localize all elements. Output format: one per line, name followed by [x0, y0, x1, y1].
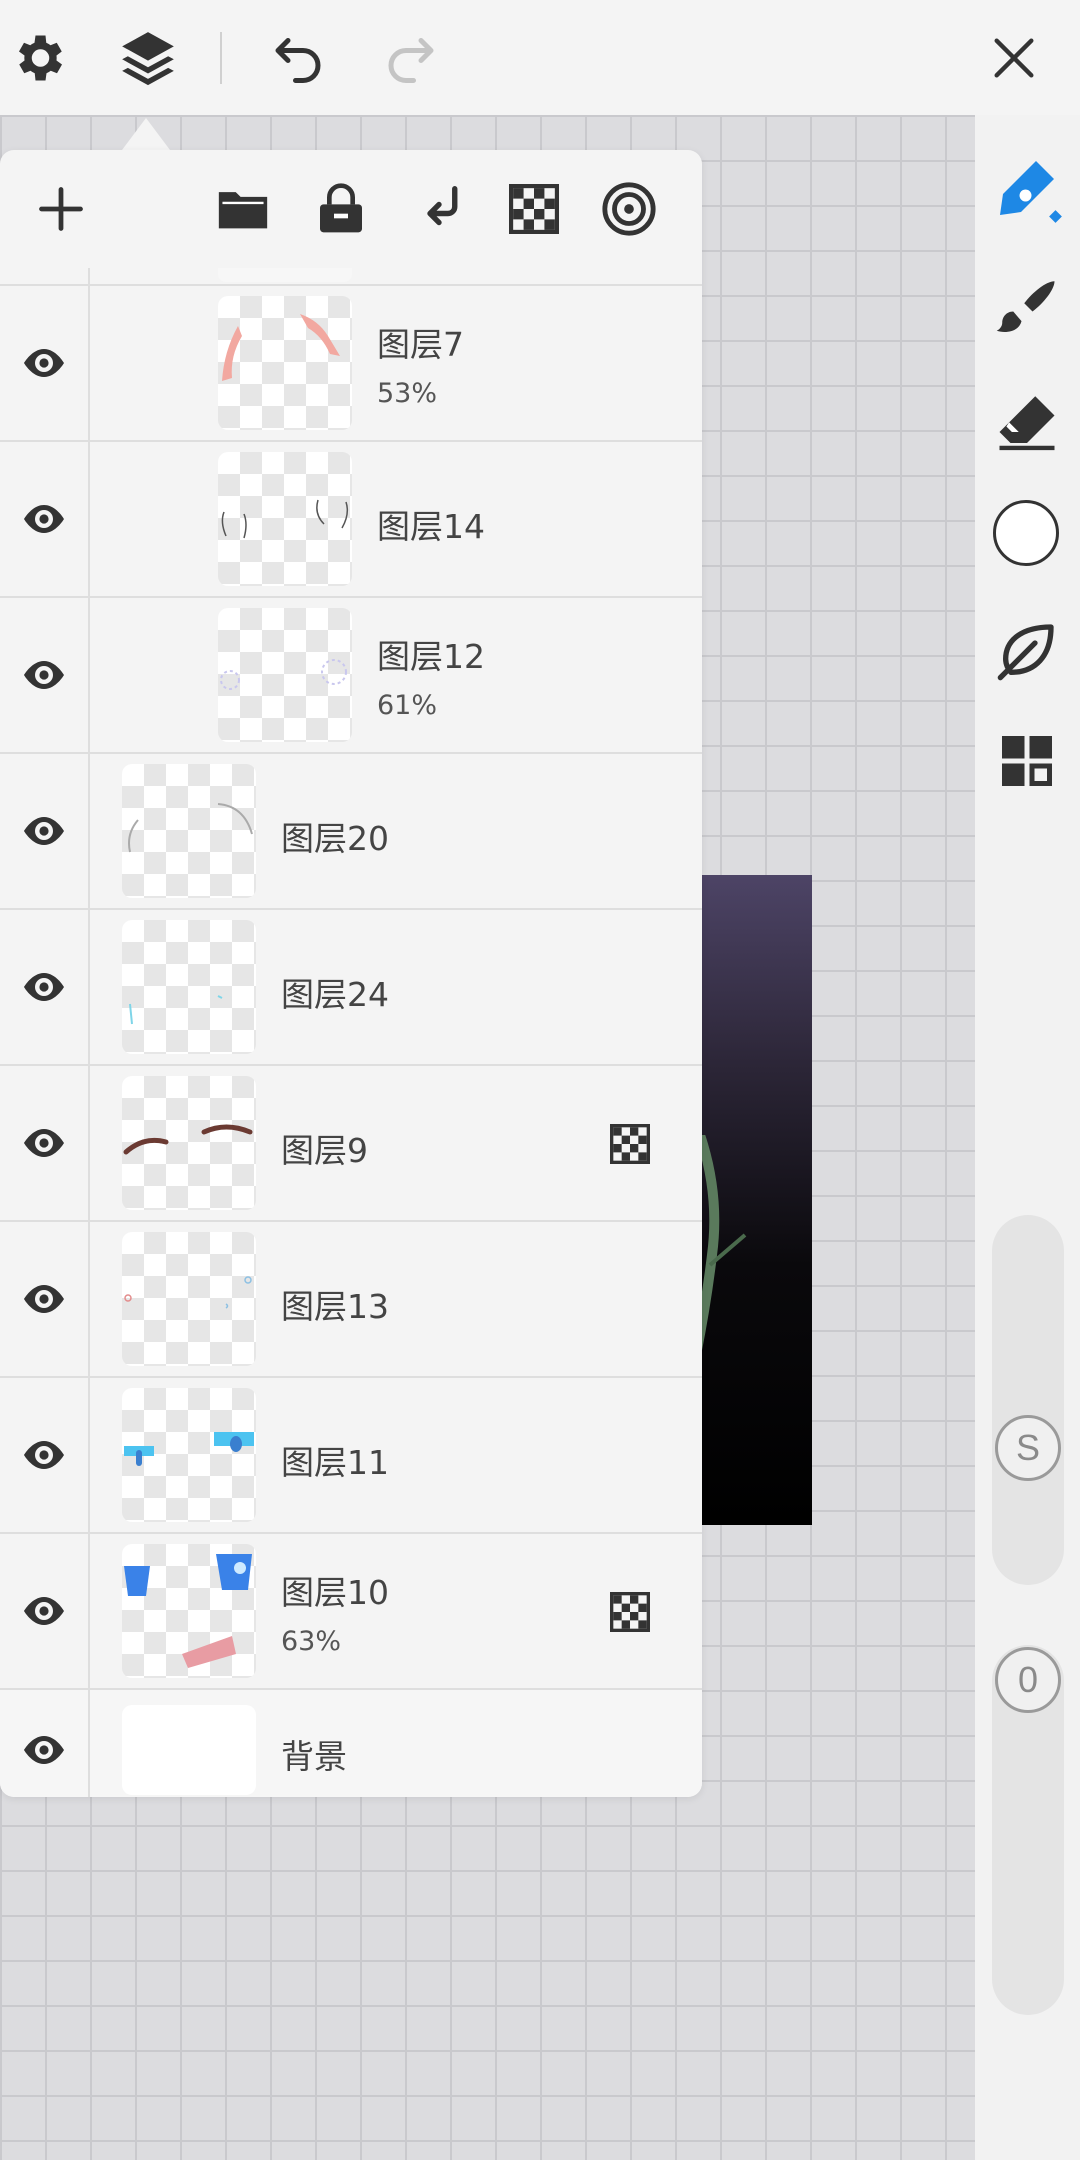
layer-row[interactable]: 图层7 53%	[0, 286, 702, 442]
toolbar-divider	[220, 32, 222, 84]
layer-name: 图层9	[281, 1131, 368, 1170]
layer-row[interactable]: 图层9	[0, 1066, 702, 1222]
layer-thumbnail	[122, 1705, 256, 1795]
eye-icon[interactable]	[14, 1121, 74, 1165]
layer-row[interactable]: 图层10 63%	[0, 1534, 702, 1690]
layer-row[interactable]: 图层20	[0, 754, 702, 910]
layer-thumbnail	[122, 920, 256, 1054]
layer-thumbnail	[218, 608, 352, 742]
pen-icon[interactable]	[991, 155, 1063, 227]
layer-name: 图层12	[377, 637, 485, 676]
eye-icon[interactable]	[14, 1728, 74, 1772]
clipping-mask-icon	[610, 1592, 650, 1632]
layer-thumbnail	[218, 452, 352, 586]
undo-icon[interactable]	[262, 22, 334, 94]
close-icon[interactable]	[978, 22, 1050, 94]
layer-name: 图层20	[281, 819, 389, 858]
opacity-slider[interactable]: 0	[992, 1645, 1064, 2015]
eye-icon[interactable]	[14, 341, 74, 385]
leaf-icon[interactable]	[991, 615, 1063, 687]
background-layer-row[interactable]: 背景	[0, 1690, 702, 1797]
layer-opacity: 53%	[377, 378, 438, 409]
layer-name: 图层24	[281, 975, 389, 1014]
redo-icon[interactable]	[375, 22, 447, 94]
layer-row[interactable]: 图层12 61%	[0, 598, 702, 754]
layer-name: 图层7	[377, 325, 464, 364]
top-toolbar	[0, 0, 1080, 115]
add-icon[interactable]	[28, 176, 94, 242]
layer-name: 图层13	[281, 1287, 389, 1326]
layer-thumbnail	[122, 1076, 256, 1210]
checker-icon[interactable]	[501, 176, 567, 242]
size-slider-knob[interactable]: S	[995, 1415, 1061, 1481]
layer-panel: 图层7 53% 图层14 图层12 61% 图层20 图层24 图层9 图层13…	[0, 150, 702, 1797]
eye-icon[interactable]	[14, 1589, 74, 1633]
eye-icon[interactable]	[14, 653, 74, 697]
layer-opacity: 61%	[377, 690, 438, 721]
layer-row[interactable]: 图层24	[0, 910, 702, 1066]
grid-menu-icon[interactable]	[991, 725, 1063, 797]
layer-list: 图层7 53% 图层14 图层12 61% 图层20 图层24 图层9 图层13…	[0, 286, 702, 1797]
layer-row[interactable]: 图层13	[0, 1222, 702, 1378]
layer-row[interactable]: 图层11	[0, 1378, 702, 1534]
eye-icon[interactable]	[14, 965, 74, 1009]
brush-icon[interactable]	[991, 270, 1063, 342]
layer-thumbnail	[218, 296, 352, 430]
gear-icon[interactable]	[2, 22, 74, 94]
lock-icon[interactable]	[308, 176, 374, 242]
layer-thumbnail	[122, 1388, 256, 1522]
eye-icon[interactable]	[14, 1433, 74, 1477]
layer-name: 背景	[281, 1737, 347, 1776]
tool-rail: S 0	[975, 115, 1080, 2160]
layers-icon[interactable]	[112, 22, 184, 94]
color-picker[interactable]	[993, 500, 1059, 566]
layer-panel-toolbar	[0, 150, 702, 270]
clipping-mask-icon	[610, 1124, 650, 1164]
partial-layer-row	[0, 268, 702, 286]
brush-size-slider[interactable]: S	[992, 1215, 1064, 1585]
layer-thumbnail	[122, 1232, 256, 1366]
target-icon[interactable]	[596, 176, 662, 242]
panel-caret	[122, 118, 170, 150]
layer-thumbnail	[122, 764, 256, 898]
eraser-icon[interactable]	[991, 385, 1063, 457]
eye-icon[interactable]	[14, 497, 74, 541]
eye-icon[interactable]	[14, 809, 74, 853]
layer-name: 图层11	[281, 1443, 389, 1482]
merge-down-icon[interactable]	[406, 176, 472, 242]
folder-icon[interactable]	[210, 176, 276, 242]
layer-row[interactable]: 图层14	[0, 442, 702, 598]
layer-opacity: 63%	[281, 1626, 342, 1657]
opacity-slider-knob[interactable]: 0	[995, 1647, 1061, 1713]
layer-name: 图层10	[281, 1573, 389, 1612]
layer-thumbnail	[122, 1544, 256, 1678]
layer-name: 图层14	[377, 507, 485, 546]
eye-icon[interactable]	[14, 1277, 74, 1321]
